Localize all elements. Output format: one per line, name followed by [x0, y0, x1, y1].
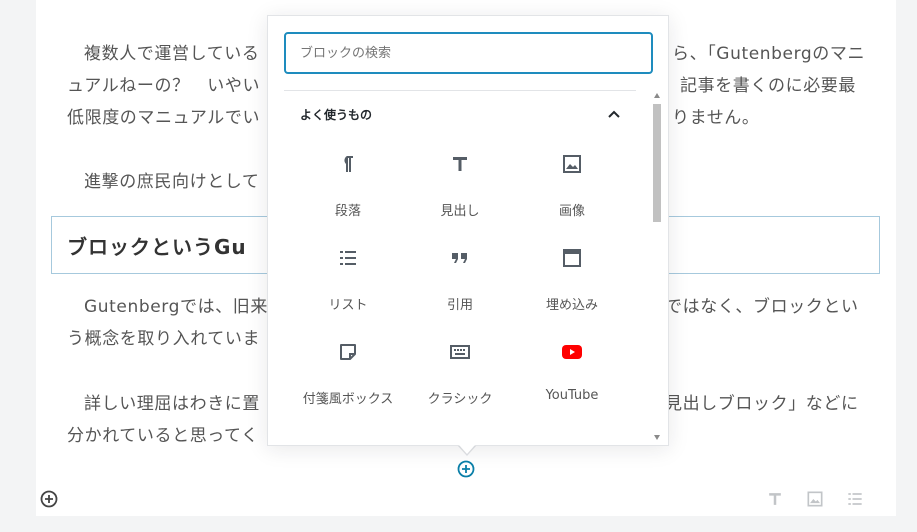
block-label: 画像 — [558, 204, 585, 219]
block-item-paragraph[interactable]: 段落 — [292, 140, 404, 234]
block-label: 段落 — [334, 204, 361, 219]
list-icon[interactable] — [845, 489, 865, 509]
embed-icon — [563, 249, 581, 267]
paragraph-text: Gutenbergでは、旧来 — [84, 297, 268, 317]
block-label: リスト — [328, 298, 368, 313]
quote-icon — [452, 253, 467, 263]
block-label: 見出し — [440, 204, 480, 219]
scroll-up-arrow[interactable] — [654, 93, 660, 98]
paragraph-text: 記事を書くのに必要最 — [680, 76, 856, 96]
youtube-icon — [562, 345, 582, 359]
add-block-button[interactable] — [457, 460, 475, 478]
block-item-image[interactable]: 画像 — [516, 140, 628, 234]
section-title-frequent: よく使うもの — [300, 108, 373, 122]
paragraph-text: りません。 — [672, 108, 760, 128]
paragraph-text: 複数人で運営している — [84, 44, 260, 64]
divider — [284, 90, 636, 91]
heading-icon[interactable] — [765, 489, 785, 509]
heading-text: ブロックというGu — [67, 235, 247, 259]
scroll-down-arrow[interactable] — [654, 435, 660, 440]
block-search-input[interactable] — [284, 32, 653, 74]
block-label: YouTube — [545, 388, 599, 403]
heading-icon — [453, 157, 467, 171]
image-icon[interactable] — [805, 489, 825, 509]
block-label: 付箋風ボックス — [302, 392, 394, 407]
keyboard-icon — [450, 345, 470, 359]
block-item-youtube[interactable]: YouTube — [516, 328, 628, 422]
add-block-button[interactable] — [40, 490, 58, 508]
paragraph-text: ではなく、ブロックとい — [665, 297, 859, 317]
image-icon — [563, 155, 581, 173]
block-item-heading[interactable]: 見出し — [404, 140, 516, 234]
block-item-classic[interactable]: クラシック — [404, 328, 516, 422]
block-inserter-popover: よく使うもの 段落 見出し 画像 — [267, 15, 669, 446]
block-label: 引用 — [446, 298, 473, 313]
paragraph-text: 見出しブロック」などに — [665, 394, 859, 414]
list-icon — [340, 251, 356, 265]
paragraph-text: ら、「Gutenbergのマニ — [672, 44, 866, 64]
paragraph-icon — [344, 156, 353, 172]
block-item-quote[interactable]: 引用 — [404, 234, 516, 328]
paragraph-text: 詳しい理屈はわきに置 — [84, 394, 260, 414]
block-label: 埋め込み — [545, 298, 598, 313]
paragraph-text: 進撃の庶民向けとして — [84, 172, 260, 192]
popover-arrow — [459, 445, 475, 454]
chevron-up-icon[interactable] — [605, 106, 623, 124]
block-item-embed[interactable]: 埋め込み — [516, 234, 628, 328]
scroll-thumb[interactable] — [653, 104, 661, 222]
scrollbar[interactable] — [651, 89, 664, 444]
block-label: クラシック — [427, 392, 493, 407]
sticky-note-icon — [340, 344, 356, 360]
block-item-sticky-note[interactable]: 付箋風ボックス — [292, 328, 404, 422]
block-item-list[interactable]: リスト — [292, 234, 404, 328]
